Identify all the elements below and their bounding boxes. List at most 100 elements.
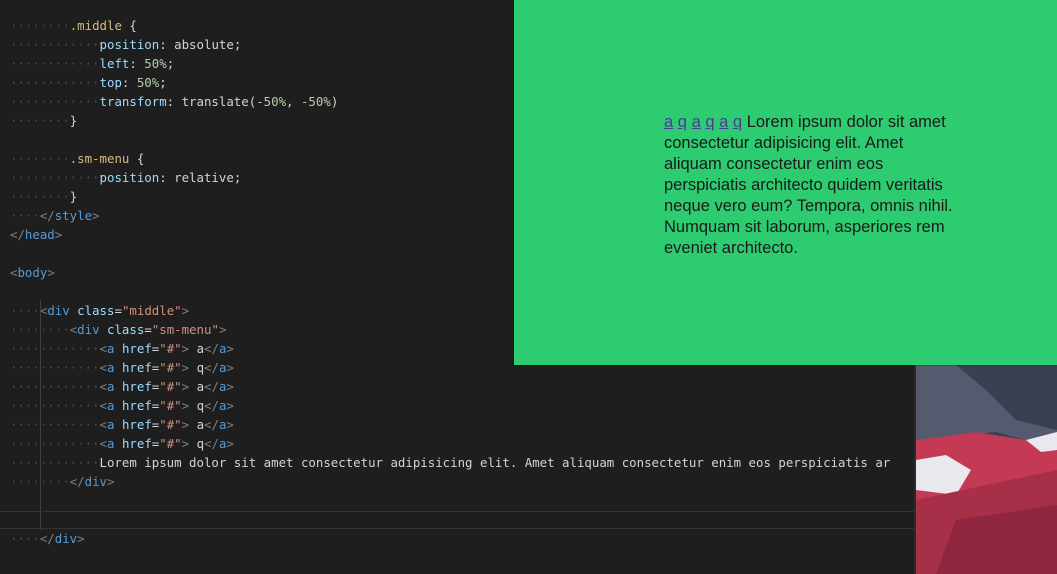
code-token: > — [77, 531, 85, 546]
code-token: > — [226, 360, 234, 375]
code-token: Lorem ipsum dolor sit amet consectetur a… — [99, 455, 891, 470]
code-line[interactable]: ············position: relative; — [10, 168, 241, 187]
code-line[interactable]: ········} — [10, 111, 77, 130]
code-token: href — [121, 341, 152, 356]
code-token: </ — [204, 360, 219, 375]
code-line[interactable]: <body> — [10, 263, 55, 282]
code-line[interactable]: ········.middle { — [10, 16, 137, 35]
code-line[interactable]: ········<div class="sm-menu"> — [10, 320, 226, 339]
indent-whitespace: ···· — [10, 208, 40, 223]
code-token: > — [181, 303, 190, 318]
menu-link[interactable]: q — [678, 113, 687, 131]
code-line[interactable]: ············<a href="#"> q</a> — [10, 358, 234, 377]
code-token: > — [181, 379, 190, 394]
code-token: : translate( — [166, 94, 257, 109]
code-line[interactable]: ············<a href="#"> q</a> — [10, 396, 234, 415]
code-token: ; — [159, 75, 167, 90]
indent-whitespace: ···· — [10, 303, 40, 318]
indent-whitespace: ···· — [10, 531, 40, 546]
code-token: > — [92, 208, 100, 223]
code-line[interactable]: ············transform: translate(-50%, -… — [10, 92, 338, 111]
code-line[interactable]: </head> — [10, 225, 62, 244]
code-line[interactable]: ············Lorem ipsum dolor sit amet c… — [10, 453, 890, 472]
code-token: href — [121, 360, 152, 375]
code-token: > — [226, 436, 234, 451]
code-token: < — [99, 398, 107, 413]
code-line[interactable]: ····</style> — [10, 206, 100, 225]
code-line[interactable]: ············<a href="#"> a</a> — [10, 377, 234, 396]
menu-link[interactable]: a — [692, 113, 701, 131]
indent-whitespace: ············ — [10, 398, 100, 413]
code-token: q — [189, 360, 205, 375]
sm-menu-content: a q a q a q Lorem ipsum dolor sit amet c… — [664, 112, 964, 259]
code-token: .middle — [69, 18, 122, 33]
code-token: "sm-menu" — [151, 322, 219, 337]
code-line[interactable]: ····</div> — [10, 529, 85, 548]
code-line[interactable]: ············left: 50%; — [10, 54, 174, 73]
current-line-border — [0, 511, 914, 512]
indent-whitespace: ············ — [10, 379, 100, 394]
code-token: </ — [204, 379, 219, 394]
code-token: { — [129, 151, 145, 166]
code-token: </ — [39, 531, 55, 546]
current-line-border — [0, 528, 914, 529]
code-token: > — [181, 341, 190, 356]
code-line[interactable]: ············<a href="#"> a</a> — [10, 339, 234, 358]
code-token: href — [121, 398, 152, 413]
code-token: > — [226, 398, 234, 413]
indent-whitespace: ············ — [10, 94, 100, 109]
menu-link[interactable]: a — [719, 113, 728, 131]
code-token: } — [69, 189, 78, 204]
code-token: > — [181, 417, 190, 432]
code-token: style — [54, 208, 93, 223]
code-line[interactable]: ············top: 50%; — [10, 73, 167, 92]
code-token: : relative; — [159, 170, 242, 185]
indent-guide — [40, 300, 41, 530]
code-token: div — [77, 322, 100, 337]
code-token: "middle" — [121, 303, 182, 318]
lorem-text: Lorem ipsum dolor sit amet consectetur a… — [664, 113, 953, 257]
code-line[interactable]: ············position: absolute; — [10, 35, 241, 54]
code-token: </ — [39, 208, 55, 223]
code-token: top — [99, 75, 122, 90]
code-token: , — [286, 94, 301, 109]
code-token: </ — [69, 474, 85, 489]
code-token: a — [189, 341, 205, 356]
indent-whitespace: ············ — [10, 75, 100, 90]
code-line[interactable]: ········} — [10, 187, 77, 206]
code-token: div — [54, 531, 78, 546]
menu-links: a q a q a q — [664, 113, 747, 131]
code-line[interactable]: ········</div> — [10, 472, 114, 491]
code-token: = — [114, 303, 122, 318]
code-token: > — [181, 360, 190, 375]
indent-whitespace: ········ — [10, 189, 70, 204]
menu-link[interactable]: q — [705, 113, 714, 131]
indent-whitespace: ············ — [10, 341, 100, 356]
code-token: > — [47, 265, 55, 280]
code-line[interactable]: ····<div class="middle"> — [10, 301, 189, 320]
indent-whitespace: ············ — [10, 436, 100, 451]
code-line[interactable]: ············<a href="#"> a</a> — [10, 415, 234, 434]
code-token: 50% — [144, 56, 167, 71]
code-token: < — [99, 341, 107, 356]
code-token: head — [24, 227, 55, 242]
code-token: -50% — [256, 94, 287, 109]
code-line[interactable]: ········.sm-menu { — [10, 149, 144, 168]
code-line[interactable]: ············<a href="#"> q</a> — [10, 434, 234, 453]
indent-whitespace: ············ — [10, 56, 100, 71]
code-token: > — [226, 417, 234, 432]
code-token: </ — [204, 341, 219, 356]
indent-whitespace: ············ — [10, 360, 100, 375]
code-token: position — [99, 170, 160, 185]
code-token: > — [54, 227, 63, 242]
indent-whitespace: ············ — [10, 37, 100, 52]
code-token: href — [121, 379, 152, 394]
code-token: "#" — [159, 436, 182, 451]
menu-link[interactable]: q — [733, 113, 742, 131]
code-token: ) — [330, 94, 339, 109]
menu-link[interactable]: a — [664, 113, 673, 131]
